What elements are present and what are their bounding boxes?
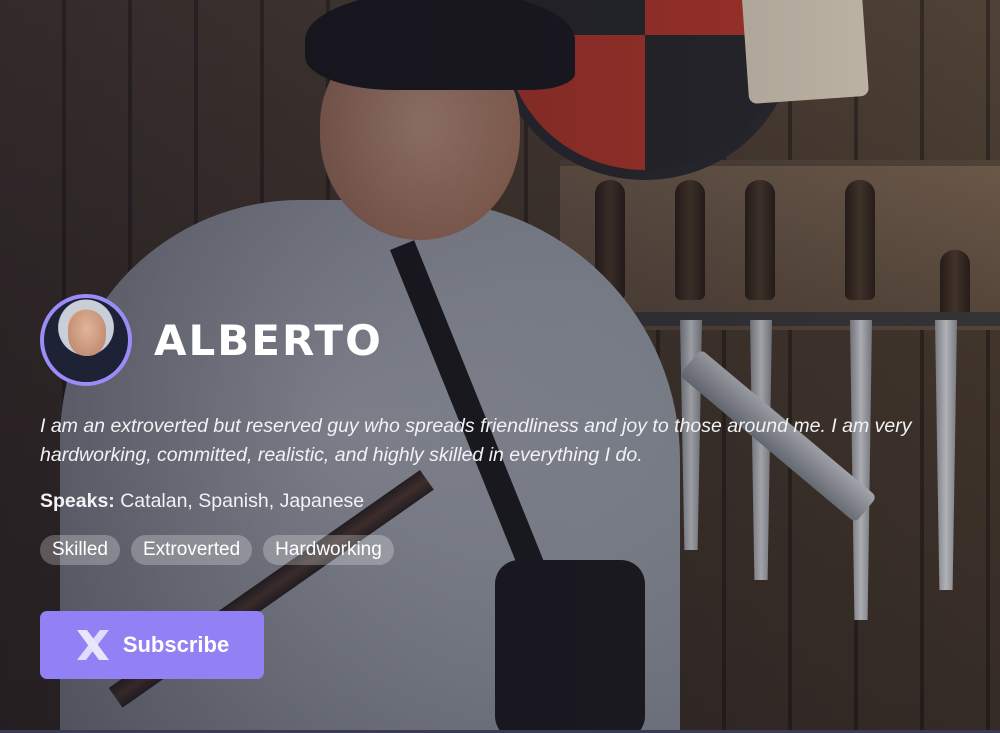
speaks-value: Catalan, Spanish, Japanese [120,490,365,512]
tag-hardworking: Hardworking [263,535,394,565]
profile-card: ALBERTO I am an extroverted but reserved… [0,0,1000,733]
speaks-label: Speaks: [40,490,115,512]
tag-extroverted: Extroverted [130,535,253,565]
subscribe-button[interactable]: Subscribe [40,611,264,679]
x-icon [75,629,111,661]
languages-line: Speaks: Catalan, Spanish, Japanese [40,490,960,513]
profile-bio: I am an extroverted but reserved guy who… [40,415,912,466]
tag-list: Skilled Extroverted Hardworking [40,535,960,565]
profile-content: ALBERTO I am an extroverted but reserved… [40,294,960,679]
avatar [40,294,132,386]
subscribe-label: Subscribe [122,632,230,657]
profile-name: ALBERTO [154,315,383,365]
tag-skilled: Skilled [40,535,120,565]
profile-header: ALBERTO [40,294,960,386]
